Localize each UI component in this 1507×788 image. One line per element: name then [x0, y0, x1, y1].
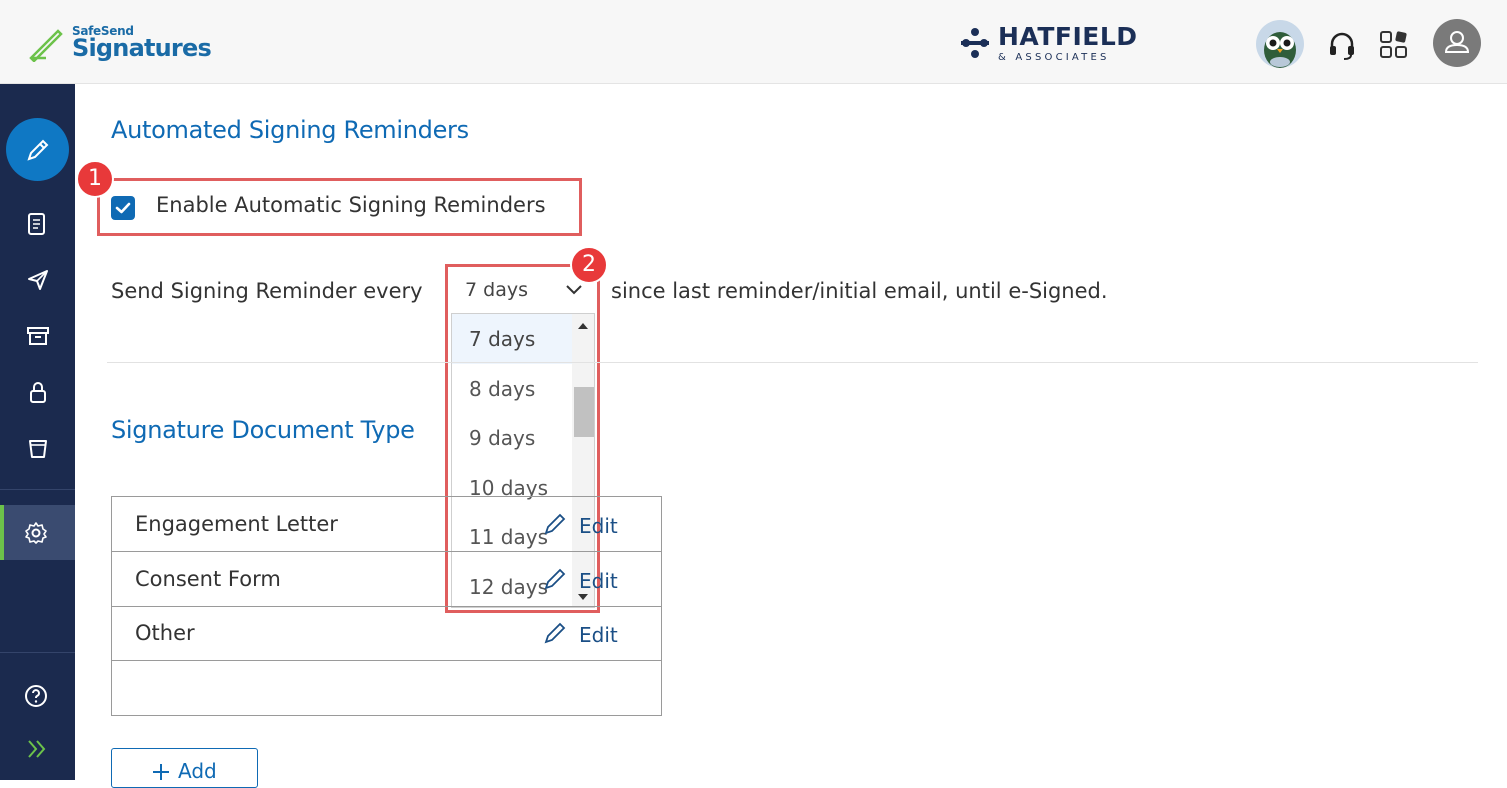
user-icon: [1444, 31, 1470, 53]
brand-big-text: Signatures: [72, 34, 212, 62]
firm-logo: HATFIELD & ASSOCIATES: [958, 22, 1148, 64]
sidebar-divider: [0, 652, 75, 653]
sidebar-item-security[interactable]: [0, 372, 75, 412]
help-icon: [25, 685, 47, 707]
sidebar-item-archive[interactable]: [0, 316, 75, 356]
sidebar-item-settings[interactable]: [0, 505, 75, 560]
sidebar-item-documents[interactable]: [0, 204, 75, 244]
brand-logo[interactable]: SafeSend Signatures: [28, 22, 212, 66]
doc-type-name: Engagement Letter: [135, 512, 338, 536]
edit-label: Edit: [579, 623, 618, 647]
pen-logo-icon: [29, 29, 63, 62]
firm-name: HATFIELD: [998, 22, 1138, 51]
lock-icon: [30, 382, 46, 403]
reminders-title: Automated Signing Reminders: [111, 116, 469, 144]
sidebar-item-send[interactable]: [0, 260, 75, 300]
pencil-icon: [544, 622, 566, 644]
document-icon: [28, 213, 45, 235]
reminder-prefix-text: Send Signing Reminder every: [111, 279, 423, 303]
owl-avatar-icon[interactable]: [1256, 20, 1304, 68]
send-icon: [28, 270, 48, 290]
settings-icon: [25, 522, 47, 544]
active-indicator: [0, 505, 4, 560]
section-divider: [107, 362, 1478, 363]
sidebar-divider: [0, 489, 75, 490]
table-row: Engagement Letter Edit: [112, 497, 661, 552]
annotation-box-1: [97, 178, 582, 236]
double-chevron-right-icon: [28, 740, 46, 758]
doc-type-name: Consent Form: [135, 567, 281, 591]
doc-types-title: Signature Document Type: [111, 416, 415, 444]
user-avatar[interactable]: [1433, 19, 1481, 67]
pencil-icon: [544, 513, 566, 535]
edit-label: Edit: [579, 569, 618, 593]
edit-button[interactable]: Edit: [542, 511, 652, 541]
sidebar-item-help[interactable]: [0, 676, 75, 716]
sidebar-expand-toggle[interactable]: [0, 730, 75, 770]
sidebar-item-signatures[interactable]: [6, 118, 69, 181]
sidebar-nav: [0, 84, 75, 780]
table-row: Other Edit: [112, 606, 661, 661]
table-row: Consent Form Edit: [112, 552, 661, 607]
doc-type-name: Other: [135, 621, 195, 645]
annotation-badge-1: 1: [76, 160, 114, 198]
doc-types-table: Engagement Letter Edit Consent Form Edit…: [111, 496, 662, 716]
reminder-suffix-text: since last reminder/initial email, until…: [611, 279, 1108, 303]
apps-grid-icon[interactable]: [1379, 30, 1409, 60]
archive-icon: [27, 327, 49, 345]
trash-icon: [29, 440, 47, 458]
firm-subtitle: & ASSOCIATES: [998, 52, 1110, 63]
edit-button[interactable]: Edit: [542, 620, 652, 650]
sidebar-item-recycle-bin[interactable]: [0, 428, 75, 468]
headset-icon[interactable]: [1328, 30, 1356, 60]
firm-emblem-icon: [961, 28, 989, 58]
add-label: Add: [178, 759, 217, 783]
pencil-icon: [544, 568, 566, 590]
edit-button[interactable]: Edit: [542, 566, 652, 596]
top-header: SafeSend Signatures HATFIELD & ASSOCIATE…: [0, 0, 1507, 84]
pen-icon: [27, 139, 49, 161]
annotation-badge-2: 2: [570, 246, 608, 284]
add-doc-type-button[interactable]: Add: [111, 748, 258, 788]
edit-label: Edit: [579, 514, 618, 538]
plus-icon: [153, 764, 169, 780]
